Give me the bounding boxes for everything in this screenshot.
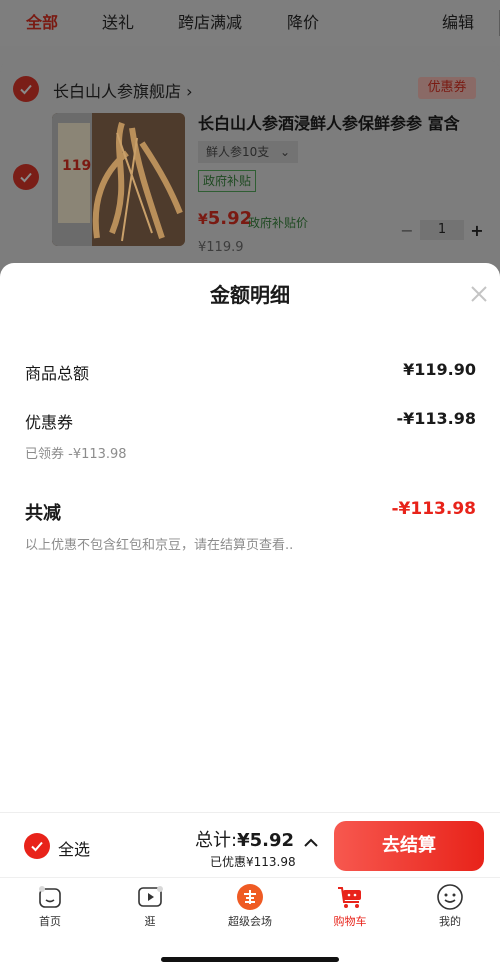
nav-divider <box>0 877 500 878</box>
saved-amount: 已优惠¥113.98 <box>210 855 296 869</box>
current-price: ¥5.92 <box>198 208 252 229</box>
coupon-label: 优惠券 <box>25 413 74 432</box>
price-value: 5.92 <box>207 208 253 229</box>
goods-total-value: ¥119.90 <box>403 360 476 379</box>
smile-icon <box>437 884 463 910</box>
nav-cart-label: 购物车 <box>333 915 367 928</box>
quantity-stepper: − 1 + <box>400 220 484 240</box>
sku-value: 鲜人参10支 <box>206 145 270 159</box>
product-image-label: 119 <box>62 158 92 174</box>
price-note: 政府补贴价 <box>248 216 309 230</box>
chevron-down-icon: ⌄ <box>279 145 290 159</box>
super-venue-icon <box>237 884 263 910</box>
sum-label: 总计: <box>195 830 238 851</box>
coupon-value: -¥113.98 <box>396 409 476 428</box>
cart-icon <box>338 887 361 908</box>
select-all-label[interactable]: 全选 <box>58 836 90 860</box>
product-image[interactable]: 119 <box>52 113 185 246</box>
chevron-up-icon[interactable] <box>303 837 319 849</box>
nav-mine[interactable]: 我的 <box>410 883 490 929</box>
select-all-check-icon[interactable] <box>24 833 50 859</box>
store-name-link[interactable]: 长白山人参旗舰店 › <box>53 78 193 102</box>
original-price: ¥119.9 <box>198 240 244 255</box>
store-name: 长白山人参旗舰店 <box>53 82 182 101</box>
nav-super-venue[interactable]: 超级会场 <box>210 883 290 929</box>
price-symbol: ¥ <box>198 212 208 228</box>
play-icon <box>138 886 163 907</box>
sum-total: 总计:¥5.92 <box>195 826 294 852</box>
qty-minus-button[interactable]: − <box>400 221 414 240</box>
coupon-tag[interactable]: 优惠券 <box>418 77 476 99</box>
amount-detail-sheet: 金额明细 商品总额 ¥119.90 优惠券 -¥113.98 已领券 -¥113… <box>0 263 500 971</box>
nav-home[interactable]: 首页 <box>10 883 90 929</box>
store-check-icon[interactable] <box>13 76 39 102</box>
coupon-claimed-note: 已领券 -¥113.98 <box>25 447 127 462</box>
sum-value: ¥5.92 <box>237 830 295 851</box>
nav-super-label: 超级会场 <box>228 915 272 928</box>
nav-home-label: 首页 <box>39 915 61 928</box>
tab-gift[interactable]: 送礼 <box>102 0 134 46</box>
nav-browse-label: 逛 <box>144 915 156 928</box>
qty-input[interactable]: 1 <box>420 220 464 240</box>
qty-plus-button[interactable]: + <box>470 221 484 240</box>
tab-price-drop[interactable]: 降价 <box>287 0 319 46</box>
tab-cross-store[interactable]: 跨店满减 <box>178 0 242 46</box>
nav-browse[interactable]: 逛 <box>110 883 190 929</box>
nav-cart[interactable]: 购物车 <box>310 883 390 929</box>
close-icon[interactable] <box>468 283 490 305</box>
product-check-icon[interactable] <box>13 164 39 190</box>
total-reduce-label: 共减 <box>25 503 61 524</box>
checkout-button[interactable]: 去结算 <box>334 821 484 871</box>
footer-divider <box>0 812 500 813</box>
product-title[interactable]: 长白山人参酒浸鲜人参保鲜参参 富含 <box>198 110 460 134</box>
home-icon <box>39 886 61 908</box>
sku-select[interactable]: 鲜人参10支 ⌄ <box>198 141 298 163</box>
sheet-title: 金额明细 <box>210 283 290 307</box>
goods-total-label: 商品总额 <box>25 364 90 383</box>
disclaimer-text: 以上优惠不包含红包和京豆，请在结算页查看.. <box>25 538 294 553</box>
top-tab-bar: 全部 送礼 跨店满减 降价 编辑 <box>0 0 500 46</box>
tab-all[interactable]: 全部 <box>26 0 58 46</box>
gov-subsidy-badge: 政府补贴 <box>198 170 257 192</box>
home-indicator <box>161 957 339 962</box>
chevron-right-icon: › <box>186 82 193 101</box>
total-reduce-value: -¥113.98 <box>391 499 477 519</box>
edit-button[interactable]: 编辑 <box>442 0 474 46</box>
nav-mine-label: 我的 <box>439 915 461 928</box>
